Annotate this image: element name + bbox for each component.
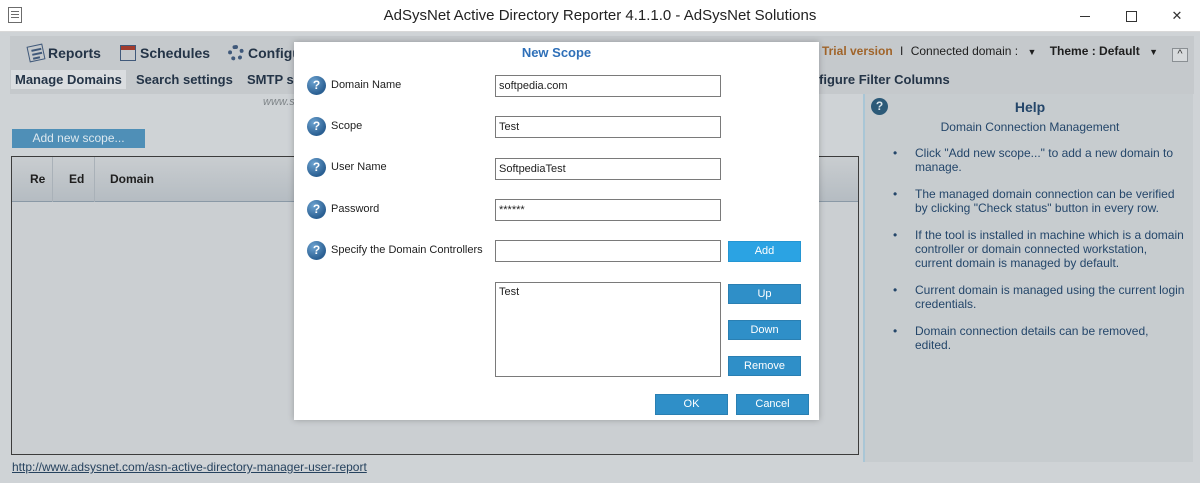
dialog-title: New Scope [521,45,592,60]
help-item: Domain connection details can be removed… [887,324,1187,352]
gear-icon [228,45,244,61]
help-item: Click "Add new scope..." to add a new do… [887,146,1187,174]
help-item: If the tool is installed in machine whic… [887,228,1187,270]
remove-button[interactable]: Remove [728,356,801,376]
user-name-input[interactable] [495,158,721,180]
domain-name-label: Domain Name [331,79,402,91]
help-subtitle: Domain Connection Management [940,120,1120,134]
cancel-button[interactable]: Cancel [736,394,809,415]
move-up-button[interactable]: Up [728,284,801,304]
theme-dropdown[interactable]: Theme : Default [1050,44,1140,58]
maximize-button[interactable] [1108,0,1154,31]
domain-dropdown-icon[interactable]: ▼ [1027,47,1036,57]
tab-reports-label: Reports [48,45,101,61]
subtab-configure-filter-columns[interactable]: figure Filter Columns [819,72,950,87]
status-area: Trial version I Connected domain : ▼ The… [822,44,1158,58]
tab-configuration[interactable]: Configu [228,40,301,66]
new-scope-dialog: New Scope ? Domain Name ? Scope ? User N… [294,42,819,420]
reports-icon [26,43,46,63]
help-question-icon[interactable]: ? [307,241,326,260]
column-header-re[interactable]: Re [12,157,53,202]
tab-schedules[interactable]: Schedules [120,40,210,66]
tab-schedules-label: Schedules [140,45,211,61]
trial-label: Trial version [821,44,893,58]
theme-dropdown-icon[interactable]: ▼ [1149,47,1158,57]
help-question-icon[interactable]: ? [307,200,326,219]
help-title: Help [1014,99,1046,115]
title-bar: AdSysNet Active Directory Reporter 4.1.1… [0,0,1200,32]
scope-input[interactable] [495,116,721,138]
column-header-domain[interactable]: Domain [95,157,295,202]
tab-configuration-label: Configu [248,45,301,61]
add-controller-button[interactable]: Add [728,241,801,262]
password-input[interactable] [495,199,721,221]
close-button[interactable] [1154,0,1200,31]
domain-name-input[interactable] [495,75,721,97]
domain-controllers-input[interactable] [495,240,721,262]
scope-label: Scope [331,120,363,132]
domain-controllers-list[interactable]: Test [495,282,721,377]
user-name-label: User Name [331,161,387,173]
password-label: Password [331,203,380,215]
minimize-button[interactable] [1062,0,1108,31]
subtab-manage-domains[interactable]: Manage Domains [11,70,126,89]
subtab-search-settings[interactable]: Search settings [136,72,233,87]
collapse-ribbon-button[interactable]: ^ [1172,48,1188,62]
help-question-icon[interactable]: ? [307,76,326,95]
list-item[interactable]: Test [499,286,717,298]
help-item: Current domain is managed using the curr… [887,283,1187,311]
status-separator: I [900,44,904,58]
help-question-icon[interactable]: ? [307,158,326,177]
calendar-icon [120,45,136,61]
window-title: AdSysNet Active Directory Reporter 4.1.1… [383,7,817,24]
help-panel: ? Help Domain Connection Management Clic… [863,94,1193,462]
ok-button[interactable]: OK [655,394,728,415]
tab-reports[interactable]: Reports [26,40,101,66]
move-down-button[interactable]: Down [728,320,801,340]
help-list: Click "Add new scope..." to add a new do… [887,146,1187,365]
connected-domain-label: Connected domain : [910,44,1019,58]
website-link[interactable]: http://www.adsysnet.com/asn-active-direc… [12,460,367,474]
help-question-icon[interactable]: ? [307,117,326,136]
subtab-smtp[interactable]: SMTP se [247,72,301,87]
add-new-scope-button[interactable]: Add new scope... [12,129,145,148]
domain-controllers-label: Specify the Domain Controllers [331,244,483,256]
column-header-ed[interactable]: Ed [53,157,95,202]
help-item: The managed domain connection can be ver… [887,187,1187,215]
